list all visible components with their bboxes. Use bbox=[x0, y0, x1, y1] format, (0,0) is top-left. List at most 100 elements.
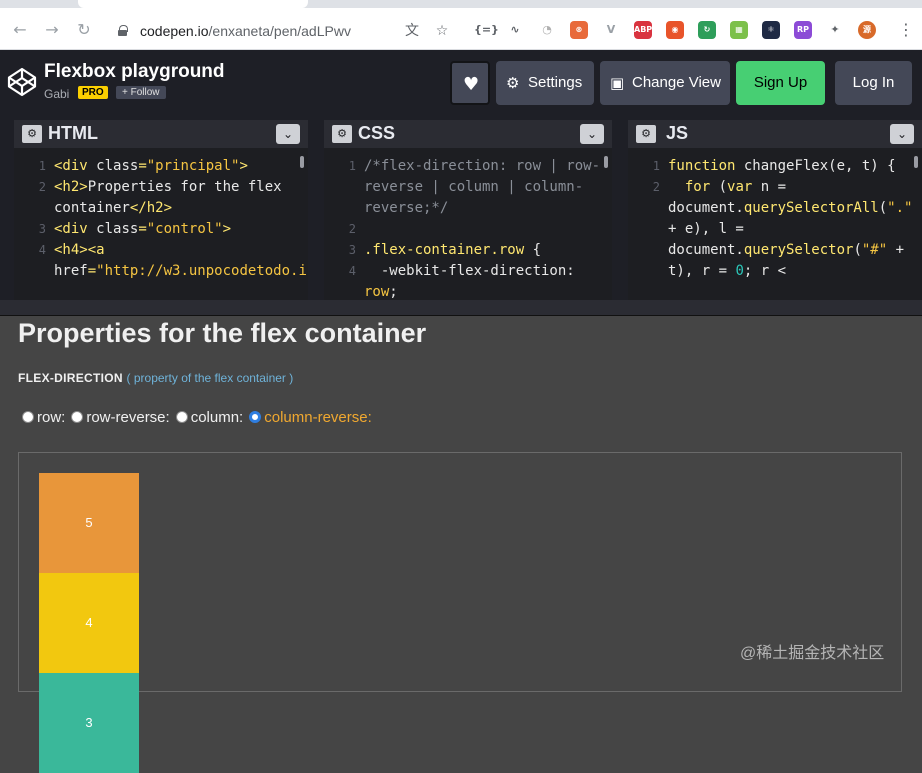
code-token: -webkit-flex-direction: bbox=[364, 263, 584, 279]
editors-panel: ⚙ HTML ⌄ 1 <div class="principal"> 2 <h2>Pr… bbox=[0, 114, 922, 300]
back-arrow-icon[interactable]: ← bbox=[12, 22, 28, 38]
react-icon[interactable]: ⚛ bbox=[762, 21, 780, 39]
reload-icon[interactable]: ↻ bbox=[76, 22, 92, 38]
radio-button[interactable] bbox=[249, 411, 262, 423]
html-scrollbar[interactable] bbox=[300, 156, 304, 168]
radio-option[interactable]: row: bbox=[22, 409, 65, 426]
radio-label: row-reverse: bbox=[86, 409, 170, 426]
direction-radio-group: row: row-reverse: column: column-reverse: bbox=[22, 409, 378, 426]
radio-button[interactable] bbox=[175, 411, 188, 423]
radio-label: row: bbox=[37, 409, 66, 426]
radio-button[interactable] bbox=[22, 411, 34, 423]
code-token: var bbox=[727, 179, 753, 195]
code-token: class bbox=[96, 158, 139, 174]
code-token: changeFlex(e, t) { bbox=[735, 158, 896, 174]
code-token: ( bbox=[710, 179, 728, 195]
code-line[interactable]: 1 function changeFlex(e, t) { bbox=[628, 156, 922, 177]
html-editor-header: ⚙ HTML ⌄ bbox=[14, 120, 308, 148]
browser-menu-icon[interactable]: ⋮ bbox=[898, 22, 914, 38]
author-name[interactable]: Gabi bbox=[44, 87, 69, 101]
code-token: "#" bbox=[861, 242, 888, 258]
rp-icon[interactable]: RP bbox=[794, 21, 812, 39]
js-editor-title: JS bbox=[666, 123, 689, 143]
radio-button[interactable] bbox=[71, 411, 84, 423]
love-button[interactable]: ♥ bbox=[450, 61, 490, 105]
address-bar[interactable]: codepen.io/enxaneta/pen/adLPwv 文 ☆ bbox=[106, 17, 464, 45]
code-line[interactable]: 4 -webkit-flex-direction: row; bbox=[324, 261, 612, 300]
css-scrollbar[interactable] bbox=[604, 156, 608, 168]
adblock-icon[interactable]: ABP bbox=[634, 21, 652, 39]
follow-button[interactable]: + Follow bbox=[116, 86, 166, 99]
css-settings-gear-icon[interactable]: ⚙ bbox=[332, 125, 352, 143]
code-line[interactable]: 2 bbox=[324, 219, 612, 240]
pro-badge: PRO bbox=[78, 86, 108, 99]
refresh-ext-icon[interactable]: ↻ bbox=[698, 21, 716, 39]
css-editor[interactable]: ⚙ CSS ⌄ 1 /*flex-direction: row | row-rev… bbox=[324, 120, 612, 300]
forward-arrow-icon[interactable]: → bbox=[44, 22, 60, 38]
html-editor-title: HTML bbox=[48, 123, 98, 143]
code-token: Properties for the flex container bbox=[54, 179, 291, 216]
code-line[interactable]: 2 <h2>Properties for the flex container</… bbox=[14, 177, 308, 219]
preview-pane: Properties for the flex container FLEX-D… bbox=[0, 316, 922, 773]
code-token: ( bbox=[878, 200, 888, 216]
line-number: 2 bbox=[38, 180, 46, 194]
blocker-icon[interactable]: ⊗ bbox=[570, 21, 588, 39]
radio-option[interactable]: column-reverse: bbox=[249, 409, 372, 426]
code-token: function bbox=[668, 158, 736, 174]
code-token: = bbox=[138, 158, 147, 174]
radio-option[interactable]: column: bbox=[175, 409, 244, 426]
performance-icon[interactable]: ∿ bbox=[506, 21, 524, 39]
property-link[interactable]: ( property of the flex container ) bbox=[127, 371, 294, 385]
js-collapse-chevron-icon[interactable]: ⌄ bbox=[890, 124, 914, 144]
css-editor-header: ⚙ CSS ⌄ bbox=[324, 120, 612, 148]
js-editor[interactable]: ⚙ JS ⌄ 1 function changeFlex(e, t) { 2 for… bbox=[628, 120, 922, 300]
code-token: { bbox=[524, 242, 542, 258]
code-line[interactable]: 3 .flex-container.row { bbox=[324, 240, 612, 261]
code-line[interactable]: 2 for (var n = document.querySelectorAll… bbox=[628, 177, 922, 282]
code-line[interactable]: 4 <h4><a href="http://w3.unpocodetodo.inf… bbox=[14, 240, 308, 282]
radio-option[interactable]: row-reverse: bbox=[71, 409, 170, 426]
css-collapse-chevron-icon[interactable]: ⌄ bbox=[580, 124, 604, 144]
line-number: 4 bbox=[348, 264, 356, 278]
url-text: codepen.io/enxaneta/pen/adLPwv bbox=[140, 23, 351, 39]
code-line[interactable]: 1 /*flex-direction: row | row-reverse | c… bbox=[324, 156, 612, 219]
code-token: class bbox=[96, 221, 139, 237]
translate-icon[interactable]: 文 bbox=[404, 23, 420, 39]
settings-label: Settings bbox=[528, 74, 583, 91]
vue-icon[interactable]: V bbox=[602, 21, 620, 39]
flex-item: 3 bbox=[39, 673, 139, 773]
js-scrollbar[interactable] bbox=[914, 156, 918, 168]
profile-avatar-icon[interactable]: 源 bbox=[858, 21, 876, 39]
code-line[interactable]: 1 <div class="principal"> bbox=[14, 156, 308, 177]
gear-icon: ⚙ bbox=[506, 74, 520, 92]
radio-label: column: bbox=[190, 409, 244, 426]
html-editor[interactable]: ⚙ HTML ⌄ 1 <div class="principal"> 2 <h2>Pr… bbox=[14, 120, 308, 300]
change-view-button[interactable]: ▣ Change View bbox=[600, 61, 730, 105]
watermark: @稀土掘金技术社区 bbox=[740, 645, 885, 662]
active-tab[interactable] bbox=[78, 0, 308, 8]
html-settings-gear-icon[interactable]: ⚙ bbox=[22, 125, 42, 143]
js-code-area[interactable]: 1 function changeFlex(e, t) { 2 for (var n… bbox=[628, 156, 922, 300]
sign-up-button[interactable]: Sign Up bbox=[736, 61, 825, 105]
code-token: > bbox=[222, 221, 232, 237]
clock-icon[interactable]: ◔ bbox=[538, 21, 556, 39]
settings-button[interactable]: ⚙ Settings bbox=[496, 61, 594, 105]
resize-divider[interactable] bbox=[0, 300, 922, 316]
pen-title[interactable]: Flexbox playground bbox=[44, 61, 225, 83]
html-code-area[interactable]: 1 <div class="principal"> 2 <h2>Properties … bbox=[14, 156, 308, 300]
codepen-logo-icon[interactable] bbox=[6, 66, 38, 98]
css-code-area[interactable]: 1 /*flex-direction: row | row-reverse | c… bbox=[324, 156, 612, 300]
js-settings-gear-icon[interactable]: ⚙ bbox=[636, 125, 656, 143]
bookmark-star-icon[interactable]: ☆ bbox=[434, 23, 450, 39]
log-in-button[interactable]: Log In bbox=[835, 61, 912, 105]
line-number: 1 bbox=[652, 159, 660, 173]
shield-icon[interactable]: ◉ bbox=[666, 21, 684, 39]
code-line[interactable]: 3 <div class="control"> bbox=[14, 219, 308, 240]
code-token: row bbox=[364, 284, 390, 300]
radio-label: column-reverse: bbox=[264, 409, 372, 426]
puzzle-icon[interactable]: ✦ bbox=[826, 21, 844, 39]
json-viewer-icon[interactable]: {=} bbox=[474, 21, 499, 39]
html-collapse-chevron-icon[interactable]: ⌄ bbox=[276, 124, 300, 144]
grid-icon[interactable]: ▦ bbox=[730, 21, 748, 39]
